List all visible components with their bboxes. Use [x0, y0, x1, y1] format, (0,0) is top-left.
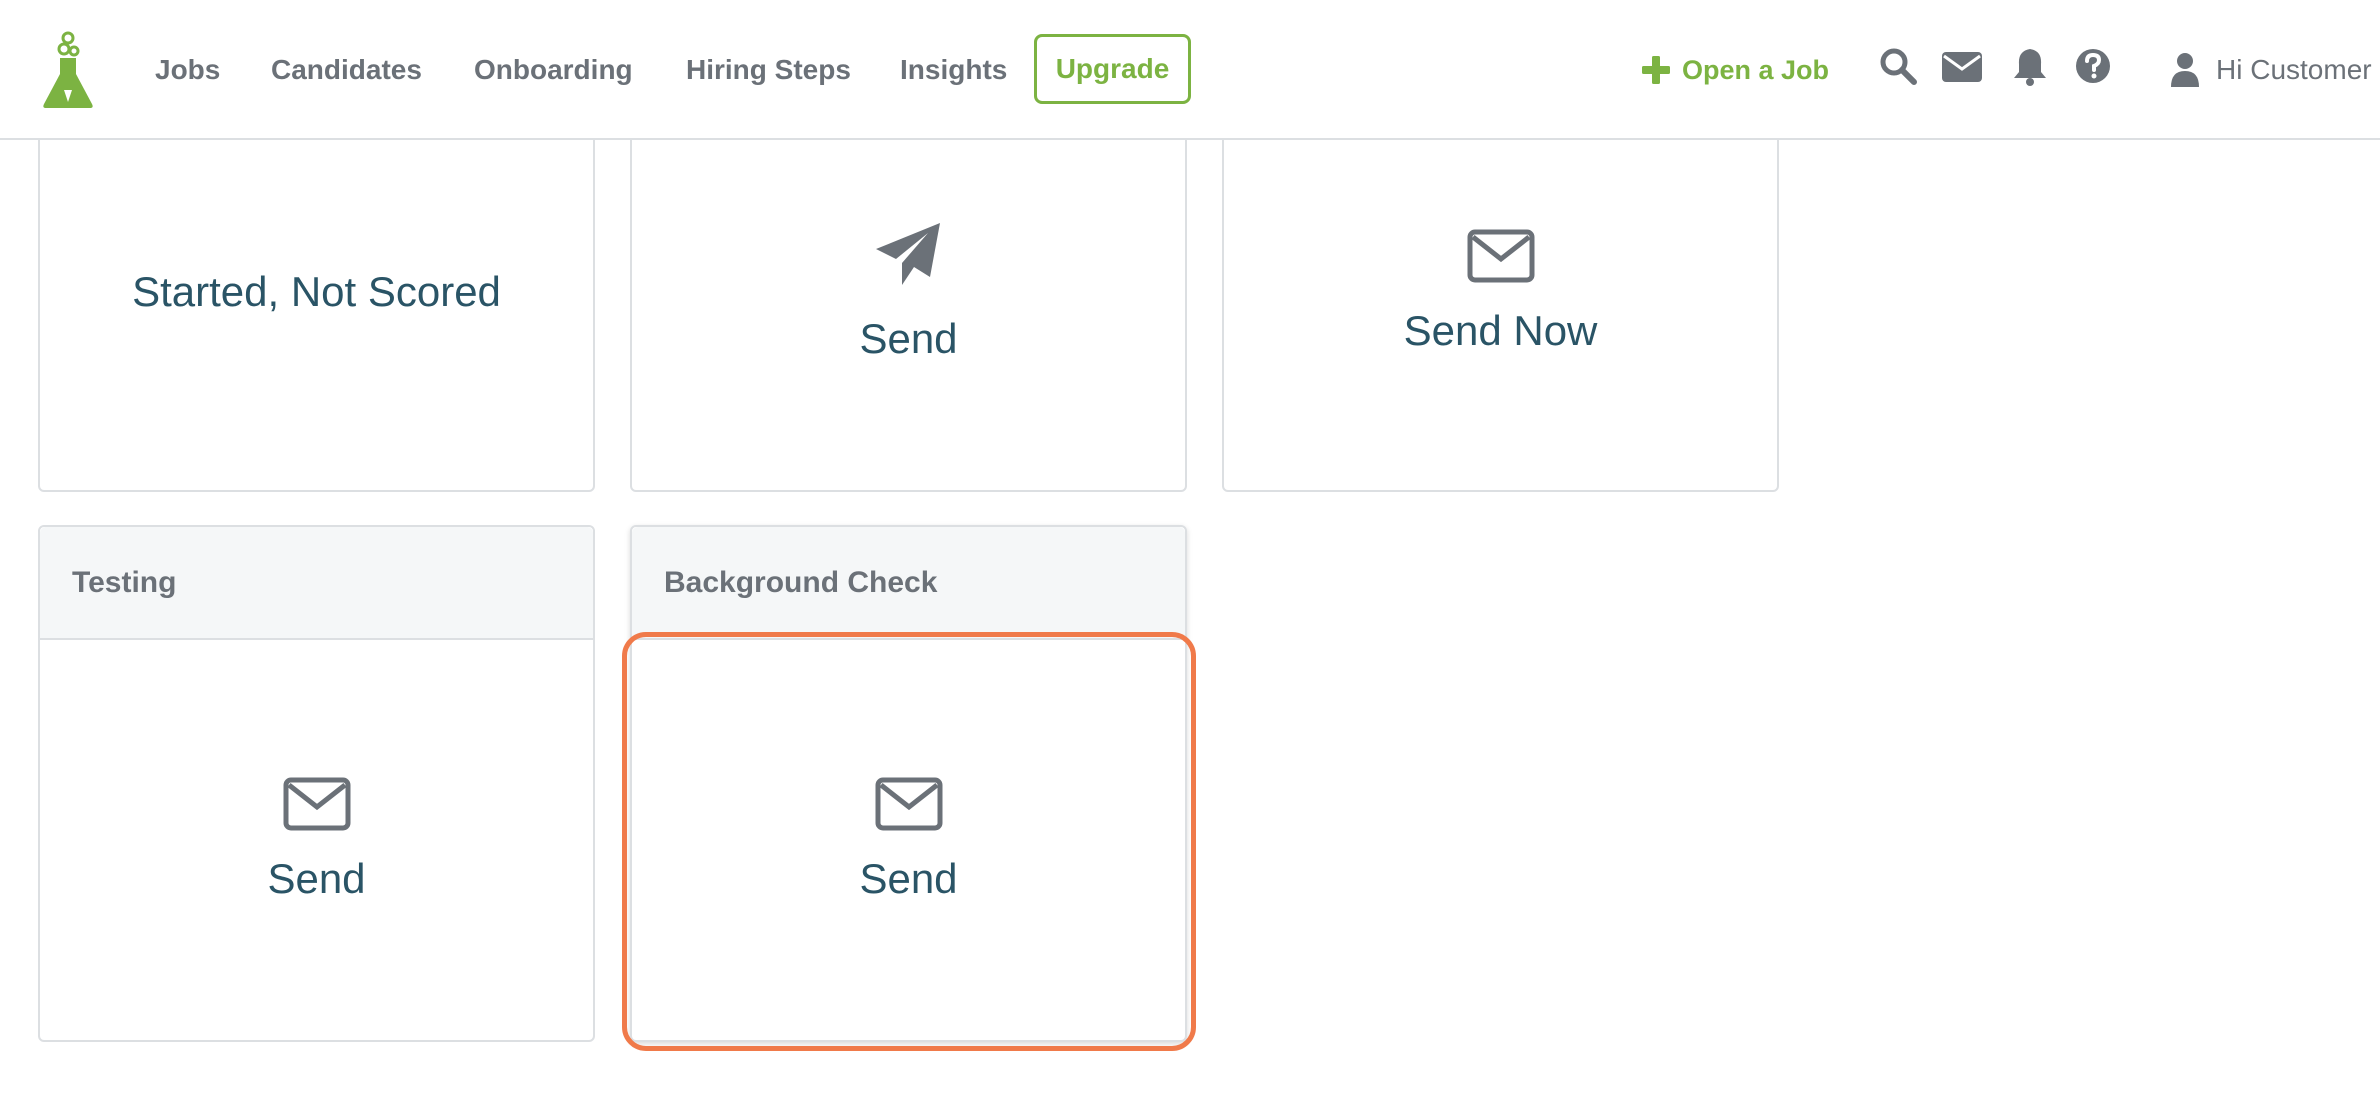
card-header: Testing	[40, 527, 593, 640]
user-menu[interactable]: Hi Customer	[2170, 48, 2372, 92]
card-label: Send	[859, 315, 958, 362]
card-label: Send	[859, 855, 958, 902]
greeting-text: Hi Customer	[2216, 54, 2372, 85]
nav-insights[interactable]: Insights	[900, 48, 1007, 92]
card-label: Started, Not Scored	[132, 268, 501, 315]
top-navigation-bar: Jobs Candidates Onboarding Hiring Steps …	[0, 0, 2380, 140]
card-started-not-scored[interactable]: Started, Not Scored	[38, 110, 595, 492]
search-icon[interactable]	[1878, 46, 1918, 86]
upgrade-button[interactable]: Upgrade	[1034, 34, 1191, 104]
background-check-send-action[interactable]: Send	[632, 640, 1185, 1040]
paper-plane-icon	[875, 223, 940, 285]
card-header: Background Check	[632, 527, 1185, 640]
nav-hiring-steps[interactable]: Hiring Steps	[686, 48, 851, 92]
envelope-outline-icon	[1467, 229, 1534, 283]
open-a-job-label: Open a Job	[1682, 55, 1830, 85]
flask-logo-icon[interactable]	[40, 30, 96, 110]
card-background-check: Background Check Send	[630, 525, 1187, 1042]
testing-send-action[interactable]: Send	[40, 640, 593, 1040]
nav-jobs[interactable]: Jobs	[155, 48, 220, 92]
card-label: Send Now	[1403, 307, 1598, 354]
card-label: Send	[267, 855, 366, 902]
card-send-plane[interactable]: Send	[630, 110, 1187, 492]
envelope-outline-icon	[875, 777, 942, 831]
envelope-outline-icon	[283, 777, 350, 831]
card-testing: Testing Send	[38, 525, 595, 1042]
envelope-icon[interactable]	[1941, 46, 1983, 86]
bell-icon[interactable]	[2010, 46, 2050, 86]
question-circle-icon[interactable]	[2073, 46, 2113, 86]
nav-candidates[interactable]: Candidates	[271, 48, 422, 92]
open-a-job-button[interactable]: Open a Job	[1640, 48, 1829, 92]
nav-onboarding[interactable]: Onboarding	[474, 48, 633, 92]
user-icon	[2171, 53, 2199, 87]
plus-icon	[1642, 56, 1670, 84]
card-send-now[interactable]: Send Now	[1222, 110, 1779, 492]
